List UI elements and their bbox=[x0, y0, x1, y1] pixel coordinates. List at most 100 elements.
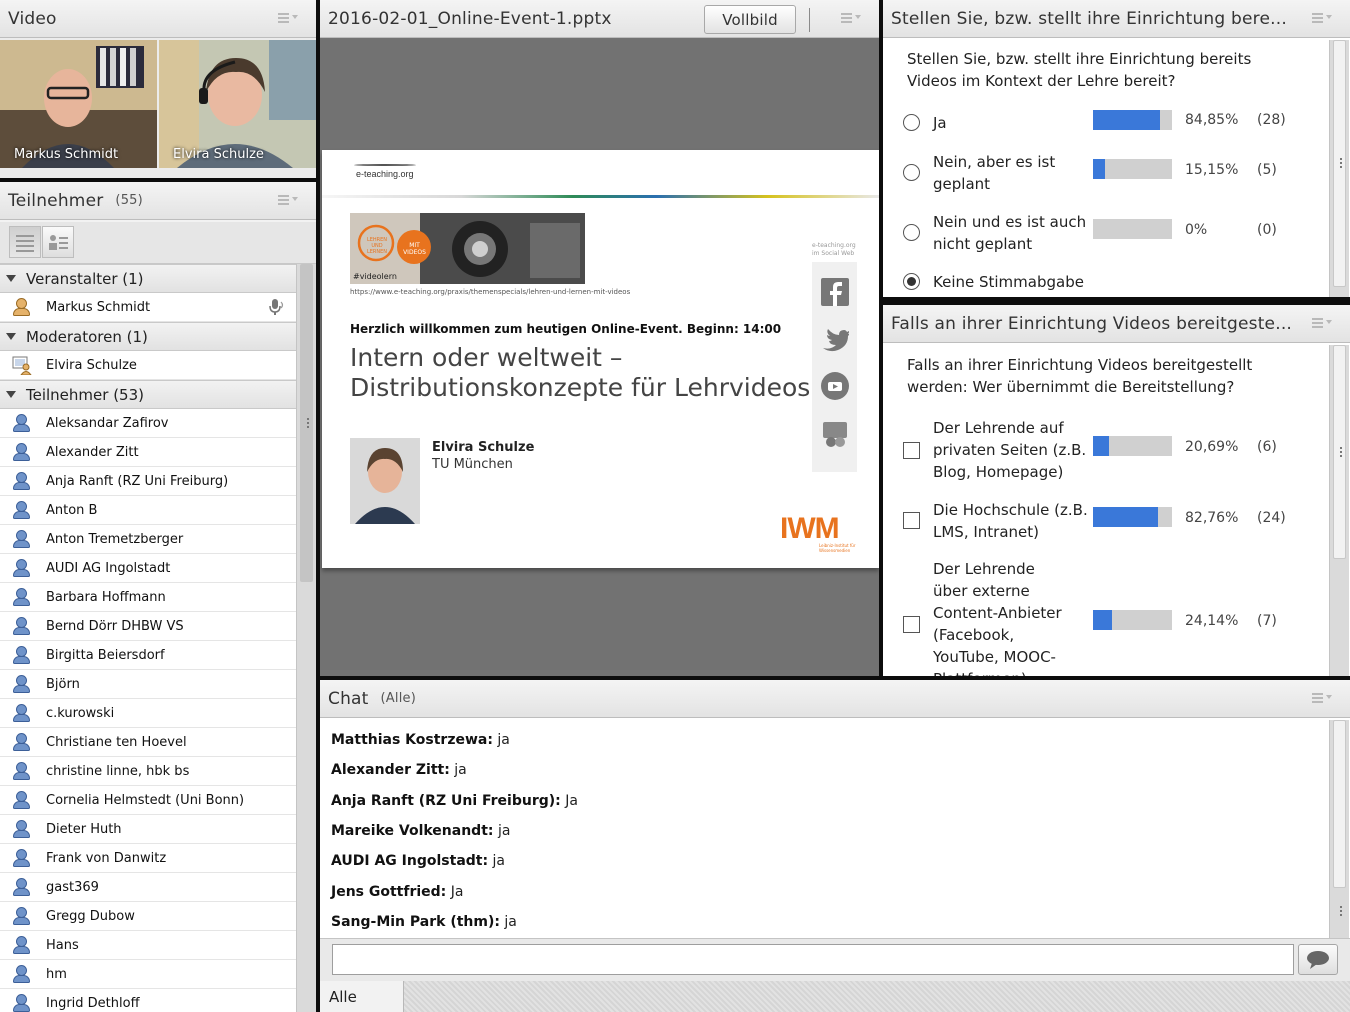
attendees-toolbar bbox=[0, 222, 316, 264]
list-view-icon bbox=[16, 235, 34, 252]
status-view-button[interactable] bbox=[42, 226, 74, 258]
host-name: Markus Schmidt bbox=[46, 299, 151, 315]
radio-button[interactable] bbox=[903, 114, 920, 131]
chat-text: Ja bbox=[560, 792, 578, 809]
iwm-logo-subtitle: Leibniz-Institut für Wissensmedien bbox=[819, 543, 855, 553]
pod-menu-icon[interactable] bbox=[841, 11, 863, 25]
chat-message: Alexander Zitt: ja bbox=[331, 762, 467, 778]
user-icon bbox=[12, 471, 32, 491]
video-feed-elvira[interactable]: Elvira Schulze bbox=[159, 40, 316, 168]
list-item-participant[interactable]: Anja Ranft (RZ Uni Freiburg) bbox=[0, 467, 296, 496]
participant-name: Alexander Zitt bbox=[46, 444, 139, 460]
list-item-participant[interactable]: c.kurowski bbox=[0, 699, 296, 728]
list-item-participant[interactable]: Anton Tremetzberger bbox=[0, 525, 296, 554]
pod-menu-icon[interactable] bbox=[278, 193, 300, 207]
social-sidebar bbox=[812, 262, 857, 472]
attendee-scrollbar[interactable] bbox=[296, 264, 316, 1012]
participant-name: AUDI AG Ingolstadt bbox=[46, 560, 171, 576]
group-participants[interactable]: Teilnehmer (53) bbox=[0, 380, 296, 409]
list-item-participant[interactable]: christine linne, hbk bs bbox=[0, 757, 296, 786]
user-icon bbox=[12, 993, 32, 1012]
send-message-button[interactable] bbox=[1298, 944, 1338, 975]
participant-name: Anton Tremetzberger bbox=[46, 531, 184, 547]
attendees-pod: Teilnehmer (55) Veranstalter (1) Markus … bbox=[0, 182, 316, 1012]
option-label: Nein, aber es ist geplant bbox=[933, 153, 1056, 193]
social-network-icon bbox=[823, 422, 847, 447]
list-item-participant[interactable]: Frank von Danwitz bbox=[0, 844, 296, 873]
result-bar bbox=[1093, 610, 1172, 630]
share-header: 2016-02-01_Online-Event-1.pptx Vollbild bbox=[320, 0, 879, 38]
list-item-participant[interactable]: Bernd Dörr DHBW VS bbox=[0, 612, 296, 641]
scroll-grip-icon bbox=[307, 418, 309, 428]
list-item-participant[interactable]: Aleksandar Zafirov bbox=[0, 409, 296, 438]
checkbox[interactable] bbox=[903, 512, 920, 529]
radio-button-selected[interactable] bbox=[903, 273, 920, 290]
video-feed-markus[interactable]: Markus Schmidt bbox=[0, 40, 157, 168]
list-item-participant[interactable]: Ingrid Dethloff bbox=[0, 989, 296, 1012]
group-hosts[interactable]: Veranstalter (1) bbox=[0, 264, 296, 293]
list-item-participant[interactable]: Christiane ten Hoevel bbox=[0, 728, 296, 757]
list-item-participant[interactable]: Cornelia Helmstedt (Uni Bonn) bbox=[0, 786, 296, 815]
group-presenters[interactable]: Moderatoren (1) bbox=[0, 322, 296, 351]
checkbox[interactable] bbox=[903, 442, 920, 459]
scroll-grip-icon bbox=[1340, 906, 1342, 916]
list-item-participant[interactable]: Anton B bbox=[0, 496, 296, 525]
chat-text: ja bbox=[488, 853, 505, 870]
chat-sender: Jens Gottfried: bbox=[331, 883, 447, 900]
result-bar bbox=[1093, 507, 1172, 527]
list-item-participant[interactable]: hm bbox=[0, 960, 296, 989]
attendee-list[interactable]: Veranstalter (1) Markus Schmidt Moderato… bbox=[0, 264, 296, 1012]
collapse-triangle-icon[interactable] bbox=[6, 275, 16, 282]
participant-name: Christiane ten Hoevel bbox=[46, 734, 187, 750]
chat-pod: Chat (Alle) Matthias Kostrzewa: ja Alexan… bbox=[320, 680, 1350, 1012]
slide-title-line-2: Distributionskonzepte für Lehrvideos bbox=[350, 373, 811, 402]
youtube-icon bbox=[821, 372, 849, 400]
chat-scrollbar[interactable] bbox=[1329, 720, 1349, 938]
list-item-participant[interactable]: Björn bbox=[0, 670, 296, 699]
slide-color-stripe bbox=[322, 195, 879, 198]
pod-menu-icon[interactable] bbox=[1312, 691, 1334, 705]
list-item-participant[interactable]: Hans bbox=[0, 931, 296, 960]
user-icon bbox=[12, 819, 32, 839]
radio-button[interactable] bbox=[903, 224, 920, 241]
list-item-participant[interactable]: Gregg Dubow bbox=[0, 902, 296, 931]
list-view-button[interactable] bbox=[9, 226, 41, 258]
list-item-participant[interactable]: AUDI AG Ingolstadt bbox=[0, 554, 296, 583]
user-icon bbox=[12, 616, 32, 636]
chat-scrollbar-thumb[interactable] bbox=[1333, 720, 1346, 888]
user-icon bbox=[12, 848, 32, 868]
participant-name: gast369 bbox=[46, 879, 99, 895]
chat-scope: (Alle) bbox=[380, 691, 416, 706]
group-participants-label: Teilnehmer (53) bbox=[26, 385, 144, 404]
poll1-scrollbar[interactable] bbox=[1329, 40, 1349, 297]
presenter-screen-icon bbox=[12, 356, 32, 375]
poll1-header: Stellen Sie, bzw. stellt ihre Einrichtun… bbox=[883, 0, 1350, 38]
collapse-triangle-icon[interactable] bbox=[6, 333, 16, 340]
list-item-presenter[interactable]: Elvira Schulze bbox=[0, 351, 296, 380]
result-percent: 0% bbox=[1185, 222, 1208, 238]
fullscreen-button[interactable]: Vollbild bbox=[704, 5, 796, 34]
pod-menu-icon[interactable] bbox=[278, 11, 300, 25]
list-item-participant[interactable]: Dieter Huth bbox=[0, 815, 296, 844]
pod-menu-icon[interactable] bbox=[1312, 316, 1334, 330]
list-item-participant[interactable]: Barbara Hoffmann bbox=[0, 583, 296, 612]
list-item-participant[interactable]: Alexander Zitt bbox=[0, 438, 296, 467]
banner-badge-2: MIT VIDEOS bbox=[403, 242, 426, 256]
checkbox[interactable] bbox=[903, 616, 920, 633]
list-item-participant[interactable]: Birgitta Beiersdorf bbox=[0, 641, 296, 670]
result-bar bbox=[1093, 159, 1172, 179]
chat-tab-all[interactable]: Alle bbox=[320, 981, 404, 1012]
radio-button[interactable] bbox=[903, 164, 920, 181]
chat-message-input[interactable] bbox=[332, 944, 1294, 975]
list-item-host[interactable]: Markus Schmidt bbox=[0, 293, 296, 322]
scroll-grip-icon bbox=[1340, 158, 1342, 168]
video-pod-header: Video bbox=[0, 0, 316, 38]
poll2-header: Falls an ihrer Einrichtung Videos bereit… bbox=[883, 305, 1350, 343]
collapse-triangle-icon[interactable] bbox=[6, 391, 16, 398]
option-label: Nein und es ist auch nicht geplant bbox=[933, 213, 1087, 253]
attendees-count: (55) bbox=[115, 193, 143, 208]
poll-pod-2: Falls an ihrer Einrichtung Videos bereit… bbox=[883, 305, 1350, 676]
poll2-scrollbar[interactable] bbox=[1329, 345, 1349, 676]
list-item-participant[interactable]: gast369 bbox=[0, 873, 296, 902]
pod-menu-icon[interactable] bbox=[1312, 11, 1334, 25]
